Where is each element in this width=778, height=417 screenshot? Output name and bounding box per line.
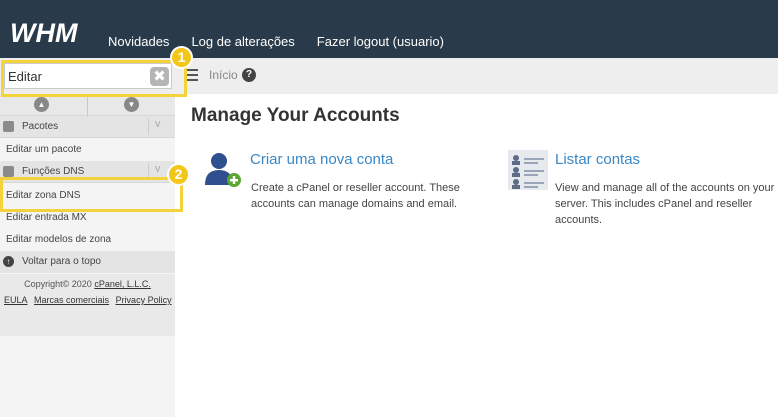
breadcrumb: Início ?	[175, 58, 778, 94]
footer-links: EULA Marcas comerciais Privacy Policy	[4, 295, 176, 305]
chevron-down-icon[interactable]: v	[148, 118, 161, 135]
create-account-link[interactable]: Criar uma nova conta	[250, 151, 393, 168]
highlight-edit-dns-zone	[0, 177, 183, 212]
scroll-up-icon[interactable]: ▲	[34, 97, 49, 112]
svg-text:WHM: WHM	[10, 18, 78, 48]
nav-novidades[interactable]: Novidades	[108, 34, 169, 49]
cpanel-link[interactable]: cPanel, L.L.C.	[94, 279, 151, 289]
breadcrumb-home[interactable]: Início	[209, 68, 238, 82]
top-bar: WHM Novidades Log de alterações Fazer lo…	[0, 0, 778, 58]
create-account-description: Create a cPanel or reseller account. The…	[251, 182, 460, 210]
section-label: Funções DNS	[22, 166, 85, 177]
section-pacotes[interactable]: Pacotes v	[0, 116, 175, 138]
whm-logo[interactable]: WHM	[10, 18, 94, 48]
nav-changelog[interactable]: Log de alterações	[191, 34, 294, 49]
top-nav: Novidades Log de alterações Fazer logout…	[108, 34, 444, 49]
dns-icon	[3, 166, 14, 177]
sidebar-item-edit-zone-templates[interactable]: Editar modelos de zona	[6, 234, 111, 245]
divider	[87, 94, 88, 116]
list-accounts-description: View and manage all of the accounts on y…	[555, 182, 775, 226]
page-title: Manage Your Accounts	[191, 105, 400, 126]
sidebar: ✖ ▲ ▼ Pacotes v Editar um pacote Funções…	[0, 58, 175, 417]
scroll-down-icon[interactable]: ▼	[124, 97, 139, 112]
trademarks-link[interactable]: Marcas comerciais	[34, 295, 109, 305]
list-accounts-link[interactable]: Listar contas	[555, 151, 640, 168]
list-accounts-icon[interactable]	[508, 150, 548, 190]
nav-logout[interactable]: Fazer logout (usuario)	[317, 34, 444, 49]
sidebar-scroll-controls: ▲ ▼	[0, 94, 175, 116]
section-label: Pacotes	[22, 121, 59, 132]
copyright: Copyright© 2020 cPanel, L.L.C.	[24, 279, 151, 289]
step-badge-1: 1	[170, 46, 193, 69]
package-icon	[3, 121, 14, 132]
sidebar-footer: Copyright© 2020 cPanel, L.L.C. EULA Marc…	[0, 274, 175, 336]
eula-link[interactable]: EULA	[4, 295, 28, 305]
privacy-policy-link[interactable]: Privacy Policy	[116, 295, 172, 305]
help-icon[interactable]: ?	[242, 68, 256, 82]
back-to-top-link[interactable]: ↑ Voltar para o topo	[0, 251, 175, 273]
sidebar-item-edit-mx-entry[interactable]: Editar entrada MX	[6, 212, 87, 223]
add-user-icon[interactable]	[202, 151, 242, 189]
sidebar-item-edit-package[interactable]: Editar um pacote	[6, 144, 82, 155]
step-badge-2: 2	[167, 163, 190, 186]
arrow-up-icon: ↑	[3, 256, 14, 267]
back-to-top-label: Voltar para o topo	[22, 256, 101, 267]
highlight-search	[1, 60, 187, 97]
